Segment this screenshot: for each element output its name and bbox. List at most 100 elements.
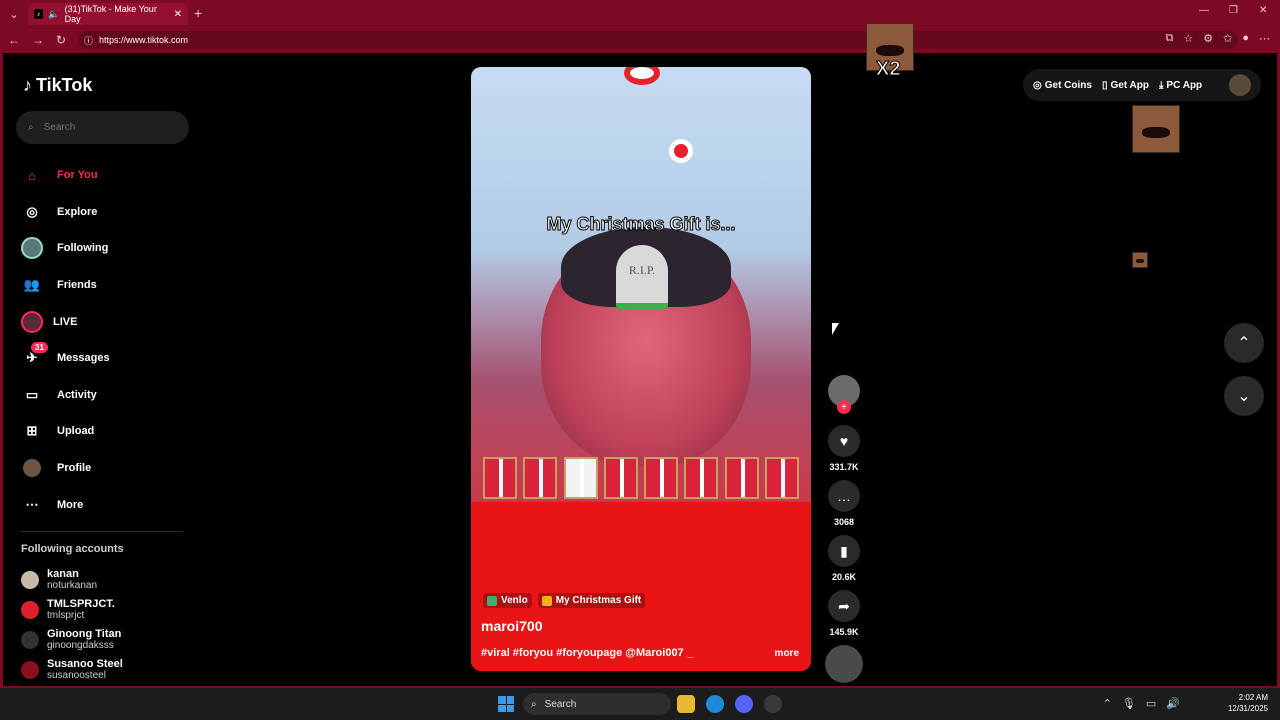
share-arrow-icon[interactable]: ➦ [828,590,860,622]
comment-button[interactable]: … 3068 [824,480,864,527]
creator-avatar-button[interactable]: + [824,375,864,414]
taskbar-search[interactable]: ⌕ Search [523,693,671,715]
search-icon: ⌕ [531,698,537,710]
video-author[interactable]: maroi700 [481,618,542,634]
nav-friends[interactable]: 👥 Friends [21,267,191,304]
chevron-up-icon: ⌃ [1237,335,1251,352]
sidebar-nav: ⌂ For You ◎ Explore Following 👥 Friends … [21,157,191,523]
get-coins-button[interactable]: ◎ Get Coins [1033,80,1092,91]
comment-icon[interactable]: … [828,480,860,512]
search-input[interactable] [43,122,164,133]
gift-row [483,457,799,499]
profile-avatar-icon[interactable]: ● [1242,32,1249,45]
share-button[interactable]: ➦ 145.9K [824,590,864,637]
pc-app-label: PC App [1166,79,1203,91]
favorites-list-icon[interactable]: ✩ [1223,32,1232,45]
file-explorer-icon[interactable] [677,695,695,713]
windows-taskbar: ⌕ Search ⌃ 🎙 ▭ 🔊 2:02 AM 12/31/2025 [0,688,1280,720]
previous-video-button[interactable]: ⌃ [1224,323,1264,363]
edge-browser-icon[interactable] [706,695,724,713]
follow-plus-icon[interactable]: + [837,400,851,414]
gift-box-icon [603,457,638,499]
app-available-icon[interactable]: ⧉ [1166,32,1174,45]
next-video-button[interactable]: ⌄ [1224,376,1264,416]
nav-following[interactable]: Following [21,230,191,267]
effect-tag[interactable]: My Christmas Gift [537,593,646,608]
search-box[interactable]: ⌕ [16,111,189,144]
network-icon[interactable]: ▭ [1146,697,1156,710]
video-player[interactable]: My Christmas Gift is... R.I.P. Venlo My … [471,67,811,671]
following-account[interactable]: TMLSPRJCT. tmlsprjct [21,595,123,625]
more-button[interactable]: more [775,648,799,659]
url-field[interactable]: ⓘ https://www.tiktok.com [78,31,1238,49]
red-background-band [471,502,811,671]
live-icon [21,310,43,333]
system-tray: ⌃ 🎙 ▭ 🔊 [1103,697,1180,710]
browser-tab[interactable]: ♪ 🔈 (31)TikTok - Make Your Day ✕ [28,3,188,25]
url-text: https://www.tiktok.com [99,35,189,45]
browser-menu-icon[interactable]: ⋯ [1259,32,1270,45]
site-info-icon[interactable]: ⓘ [84,34,93,47]
following-account[interactable]: Ginoong Titan ginoongdaksss [21,625,123,655]
gift-box-icon [523,457,558,499]
nav-upload[interactable]: ⊞ Upload [21,413,191,450]
tiktok-favicon-icon: ♪ [34,9,44,19]
nav-for-you[interactable]: ⌂ For You [21,157,191,194]
like-button[interactable]: ♥ 331.7K [824,425,864,472]
microphone-icon[interactable]: 🎙 [1122,697,1136,710]
get-app-button[interactable]: ▯ Get App [1102,80,1149,91]
tray-chevron-up-icon[interactable]: ⌃ [1103,697,1112,710]
following-account[interactable]: kanan noturkanan [21,565,123,595]
forward-arrow-icon[interactable]: → [32,33,44,47]
gift-box-icon [483,457,517,499]
reload-icon[interactable]: ↻ [56,33,66,47]
tab-menu-chevron-icon[interactable]: ⌄ [4,4,24,24]
share-count: 145.9K [829,627,859,637]
nav-profile[interactable]: Profile [21,450,191,487]
minimize-icon[interactable]: — [1199,5,1209,16]
speaker-icon[interactable]: 🔈 [48,9,59,20]
nav-explore[interactable]: ◎ Explore [21,194,191,231]
nav-label: Profile [57,462,92,475]
video-overlay-caption: My Christmas Gift is... [546,214,736,235]
nav-label: Explore [57,205,98,218]
extension-icon[interactable]: ⚙ [1203,32,1213,45]
new-tab-plus-icon[interactable]: + [194,5,202,21]
restore-icon[interactable]: ❐ [1229,5,1238,16]
get-coins-label: Get Coins [1044,79,1092,91]
back-arrow-icon[interactable]: ← [8,33,20,47]
heart-icon[interactable]: ♥ [828,425,860,457]
music-disc-icon[interactable] [825,645,863,683]
user-avatar[interactable] [1229,74,1251,96]
following-accounts-title: Following accounts [21,543,124,555]
bookmark-icon[interactable]: ▮ [828,535,860,567]
location-tag[interactable]: Venlo [483,593,532,608]
mouse-cursor-icon [832,323,839,335]
tab-close-icon[interactable]: ✕ [174,9,182,20]
account-avatar [21,601,39,619]
following-account[interactable]: Susanoo Steel susanoosteel [21,655,123,685]
home-icon: ⌂ [28,167,36,183]
nav-live[interactable]: LIVE [21,303,191,340]
nav-more[interactable]: ⋯ More [21,486,191,523]
creator-avatar[interactable]: + [828,375,860,414]
get-app-label: Get App [1110,79,1149,91]
pc-app-button[interactable]: ⤓ PC App [1159,80,1202,91]
multiplier-text: X2 [875,58,901,81]
tiktok-logo[interactable]: ♪ TikTok [23,75,92,96]
chevron-down-icon: ⌄ [1237,388,1251,405]
windows-start-icon[interactable] [498,696,514,712]
target-logo-sticker [624,67,660,85]
volume-icon[interactable]: 🔊 [1166,697,1180,710]
nav-activity[interactable]: ▭ Activity [21,377,191,414]
taskbar-clock[interactable]: 2:02 AM 12/31/2025 [1222,693,1268,715]
account-avatar [21,661,39,679]
activity-icon: ▭ [25,386,39,402]
nav-label: Messages [57,352,110,365]
save-button[interactable]: ▮ 20.6K [824,535,864,582]
favorite-star-icon[interactable]: ☆ [1183,32,1193,45]
nav-messages[interactable]: ✈ 31 Messages [21,340,191,377]
discord-icon[interactable] [735,695,753,713]
window-close-icon[interactable]: ✕ [1259,5,1267,16]
app-icon[interactable] [764,695,782,713]
